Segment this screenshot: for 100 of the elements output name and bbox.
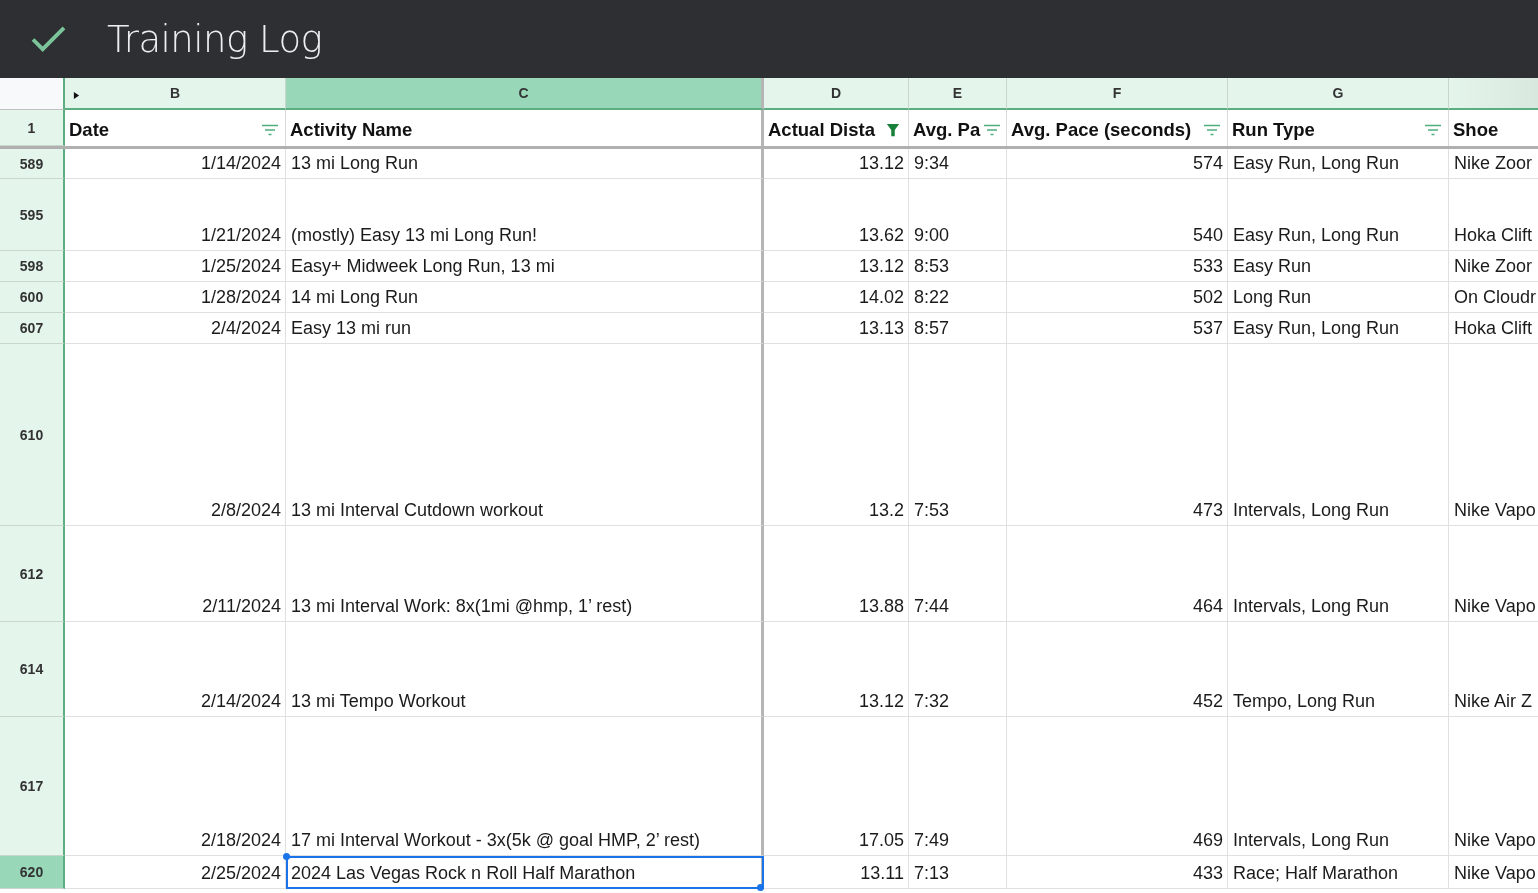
selection-handle[interactable] <box>757 884 764 891</box>
column-letter: B <box>169 85 181 101</box>
table-cell[interactable]: 7:53 <box>914 500 950 521</box>
table-cell[interactable]: 2/14/2024 <box>200 691 281 712</box>
table-cell[interactable]: Easy Run, Long Run <box>1233 225 1400 246</box>
table-cell[interactable]: 452 <box>1192 691 1223 712</box>
column-title: Avg. Pa <box>913 119 981 141</box>
table-cell[interactable]: 14.02 <box>858 287 904 308</box>
table-cell[interactable]: 469 <box>1192 830 1223 851</box>
table-cell[interactable]: 574 <box>1192 153 1223 174</box>
table-cell[interactable]: Easy Run, Long Run <box>1233 153 1400 174</box>
table-cell[interactable]: Intervals, Long Run <box>1233 500 1390 521</box>
table-cell[interactable]: 13.12 <box>858 153 904 174</box>
table-cell[interactable]: 13.12 <box>858 691 904 712</box>
table-cell[interactable]: Hoka Clift <box>1454 225 1533 246</box>
table-cell[interactable]: 14 mi Long Run <box>291 287 419 308</box>
table-cell[interactable]: 13 mi Tempo Workout <box>291 691 466 712</box>
row-number[interactable]: 612 <box>0 526 65 622</box>
table-cell[interactable]: 13.12 <box>858 256 904 277</box>
table-cell[interactable]: 2024 Las Vegas Rock n Roll Half Marathon <box>291 863 636 884</box>
column-header[interactable]: C <box>286 78 764 110</box>
expand-arrow-icon[interactable] <box>73 91 80 100</box>
table-cell[interactable]: Nike Zoor <box>1454 153 1533 174</box>
table-cell[interactable]: 502 <box>1192 287 1223 308</box>
table-cell[interactable]: 533 <box>1192 256 1223 277</box>
table-cell[interactable]: 7:44 <box>914 596 950 617</box>
row-number[interactable]: 617 <box>0 717 65 856</box>
row-number[interactable]: 614 <box>0 622 65 717</box>
table-cell[interactable]: 464 <box>1192 596 1223 617</box>
table-cell[interactable]: Nike Zoor <box>1454 256 1533 277</box>
table-cell[interactable]: 7:13 <box>914 863 950 884</box>
filter-icon[interactable] <box>983 123 1002 137</box>
table-cell[interactable]: 1/14/2024 <box>200 153 281 174</box>
filter-icon[interactable] <box>1203 123 1221 137</box>
filter-icon[interactable] <box>1424 123 1442 137</box>
table-cell[interactable]: Nike Air Z <box>1454 691 1532 712</box>
column-header[interactable]: G <box>1228 78 1449 110</box>
table-cell[interactable]: On Cloudr <box>1454 287 1537 308</box>
row-number[interactable]: 595 <box>0 179 65 251</box>
table-cell[interactable]: Nike Vapo <box>1454 830 1536 851</box>
table-cell[interactable]: 9:34 <box>914 153 950 174</box>
table-cell[interactable]: 8:22 <box>914 287 950 308</box>
table-cell[interactable]: 13.62 <box>858 225 904 246</box>
column-header[interactable]: D <box>764 78 909 110</box>
table-cell[interactable]: 13.13 <box>858 318 904 339</box>
table-cell[interactable]: 13.11 <box>860 863 904 884</box>
table-cell[interactable]: (mostly) Easy 13 mi Long Run! <box>291 225 538 246</box>
table-cell[interactable]: 1/21/2024 <box>200 225 281 246</box>
table-cell[interactable]: 433 <box>1192 863 1223 884</box>
table-cell[interactable]: 13.2 <box>868 500 904 521</box>
row-number[interactable]: 620 <box>0 856 65 889</box>
column-title: Actual Dista <box>768 119 875 141</box>
row-number[interactable]: 600 <box>0 282 65 313</box>
table-cell[interactable]: 2/11/2024 <box>202 596 281 617</box>
table-cell[interactable]: 1/28/2024 <box>200 287 281 308</box>
table-cell[interactable]: Easy Run <box>1233 256 1312 277</box>
table-cell[interactable]: Easy+ Midweek Long Run, 13 mi <box>291 256 555 277</box>
table-cell[interactable]: 9:00 <box>914 225 950 246</box>
row-number[interactable]: 610 <box>0 344 65 526</box>
column-header[interactable]: E <box>909 78 1007 110</box>
column-header[interactable] <box>1449 78 1538 110</box>
select-all-corner[interactable] <box>0 78 65 110</box>
table-cell[interactable]: 2/25/2024 <box>200 863 281 884</box>
filter-icon[interactable] <box>261 123 279 137</box>
table-cell[interactable]: 7:49 <box>914 830 950 851</box>
table-cell[interactable]: Tempo, Long Run <box>1233 691 1376 712</box>
table-cell[interactable]: Long Run <box>1233 287 1312 308</box>
table-cell[interactable]: 540 <box>1192 225 1223 246</box>
table-cell[interactable]: Easy 13 mi run <box>291 318 412 339</box>
table-cell[interactable]: 537 <box>1192 318 1223 339</box>
column-header[interactable]: B <box>65 78 286 110</box>
table-cell[interactable]: Nike Vapo <box>1454 500 1536 521</box>
table-cell[interactable]: 17.05 <box>858 830 904 851</box>
row-number[interactable]: 589 <box>0 149 65 179</box>
column-header[interactable]: F <box>1007 78 1228 110</box>
table-cell[interactable]: 13 mi Long Run <box>291 153 419 174</box>
table-cell[interactable]: 473 <box>1192 500 1223 521</box>
table-cell[interactable]: Nike Vapo <box>1454 596 1536 617</box>
table-cell[interactable]: 2/18/2024 <box>200 830 281 851</box>
row-number[interactable]: 598 <box>0 251 65 282</box>
table-cell[interactable]: 13 mi Interval Work: 8x(1mi @hmp, 1’ rest) <box>291 596 633 617</box>
table-cell[interactable]: Race; Half Marathon <box>1233 863 1399 884</box>
table-cell[interactable]: Intervals, Long Run <box>1233 596 1390 617</box>
table-cell[interactable]: 17 mi Interval Workout - 3x(5k @ goal HMP, 2’ rest) <box>291 830 701 851</box>
table-cell[interactable]: Hoka Clift <box>1454 318 1533 339</box>
table-cell[interactable]: 13 mi Interval Cutdown workout <box>291 500 544 521</box>
table-cell[interactable]: Nike Vapo <box>1454 863 1536 884</box>
table-cell[interactable]: Easy Run, Long Run <box>1233 318 1400 339</box>
table-cell[interactable]: 2/8/2024 <box>210 500 281 521</box>
table-cell[interactable]: Intervals, Long Run <box>1233 830 1390 851</box>
table-cell[interactable]: 8:53 <box>914 256 950 277</box>
filter-icon[interactable] <box>884 123 902 137</box>
row-number[interactable]: 607 <box>0 313 65 344</box>
table-cell[interactable]: 2/4/2024 <box>210 318 281 339</box>
table-cell[interactable]: 7:32 <box>914 691 950 712</box>
table-cell[interactable]: 1/25/2024 <box>200 256 281 277</box>
row-number[interactable]: 1 <box>0 110 65 146</box>
selection-handle[interactable] <box>283 853 290 860</box>
table-cell[interactable]: 8:57 <box>914 318 950 339</box>
table-cell[interactable]: 13.88 <box>858 596 904 617</box>
